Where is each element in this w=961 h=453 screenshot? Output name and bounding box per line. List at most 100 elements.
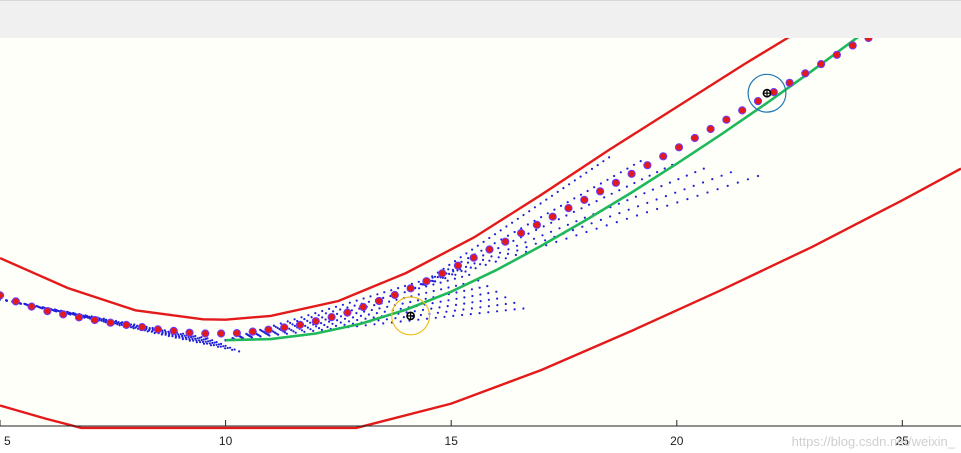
candidate-path-point [307,314,310,317]
candidate-path-point [188,339,191,342]
candidate-path-point [516,249,519,252]
candidate-path-point [484,263,487,266]
candidate-path-point [532,237,536,240]
candidate-path-point [204,337,207,341]
candidate-path-point [634,195,638,198]
candidate-path-point [199,341,202,344]
candidate-path-point [596,164,599,167]
candidate-path-point [383,291,386,294]
candidate-path-point [332,310,335,313]
candidate-path-point [692,184,695,187]
candidate-path-point [440,288,443,291]
candidate-path-point [626,199,629,202]
candidate-path-point [463,289,466,292]
candidate-path-point [390,289,393,292]
x-tick-label: 10 [219,434,233,448]
candidate-path-point [566,223,570,226]
candidate-path-point [528,210,531,213]
candidate-path-point [425,317,429,320]
candidate-path-point [513,308,516,311]
candidate-path-point [487,298,490,301]
candidate-path-point [446,279,449,282]
candidate-path-point [399,307,402,310]
waypoint-marker [501,237,510,246]
candidate-path-point [451,273,454,276]
candidate-path-point [599,182,603,185]
candidate-path-point [320,322,323,325]
waypoint-marker [438,269,447,278]
candidate-path-point [504,257,507,260]
waypoint-marker [327,313,336,322]
candidate-path-point [512,239,515,242]
candidate-path-point [463,296,466,299]
candidate-path-point [504,302,507,306]
candidate-path-point [462,308,465,311]
candidate-path-point [575,220,578,223]
candidate-path-point [460,260,463,263]
candidate-path-point [609,215,612,218]
candidate-path-point [378,307,381,310]
candidate-path-point [321,316,324,319]
candidate-path-point [229,346,232,349]
candidate-path-point [306,326,309,329]
candidate-path-point [660,185,663,188]
waypoint-marker [690,133,699,143]
candidate-path-point [478,286,481,289]
candidate-path-point [315,325,318,328]
waypoint-marker [485,245,494,254]
candidate-path-point [496,297,499,300]
candidate-path-point [224,344,227,347]
waypoint-marker [674,143,684,152]
candidate-path-point [418,287,421,290]
candidate-path-point [617,202,621,205]
candidate-path-point [586,189,589,193]
candidate-path-point [524,241,527,244]
candidate-path-point [685,174,688,177]
candidate-path-point [479,306,482,309]
candidate-path-point [294,331,297,334]
waypoint-marker [185,328,194,337]
candidate-path-point [506,252,510,255]
candidate-path-point [386,305,389,308]
candidate-path-point [289,321,292,324]
waypoint-marker [106,318,115,327]
candidate-path-point [179,333,182,336]
candidate-path-point [540,216,543,219]
candidate-path-point [455,297,458,300]
candidate-path-point [277,333,280,336]
candidate-path-point [655,198,658,201]
candidate-path-point [496,304,499,307]
candidate-path-point [341,303,344,306]
candidate-path-point [353,304,356,307]
candidate-path-point [549,230,553,233]
waypoint-marker [27,302,36,311]
candidate-path-point [41,307,44,310]
candidate-path-point [291,323,294,326]
candidate-path-point [286,320,289,323]
x-tick-label: 15 [445,434,459,448]
candidate-path-point [409,300,412,304]
candidate-path-point [587,203,591,206]
candidate-path-point [116,323,119,326]
candidate-path-point [164,333,167,336]
candidate-path-point [304,324,307,327]
candidate-path-point [627,208,630,211]
candidate-path-point [309,321,312,324]
candidate-path-point [595,200,598,203]
candidate-path-point [436,311,439,314]
candidate-path-point [480,249,483,252]
candidate-path-point [613,174,616,178]
candidate-path-point [55,310,58,313]
waypoint-marker [390,290,399,300]
candidate-path-point [431,302,434,305]
candidate-path-point [486,285,489,288]
candidate-path-point [181,338,184,341]
candidate-path-point [339,315,343,318]
candidate-path-point [5,299,9,302]
candidate-path-point [364,317,367,320]
candidate-path-point [445,310,448,313]
waypoint-marker [122,320,131,329]
candidate-path-point [579,193,583,196]
candidate-path-point [711,178,714,181]
waypoint-marker [611,178,621,187]
